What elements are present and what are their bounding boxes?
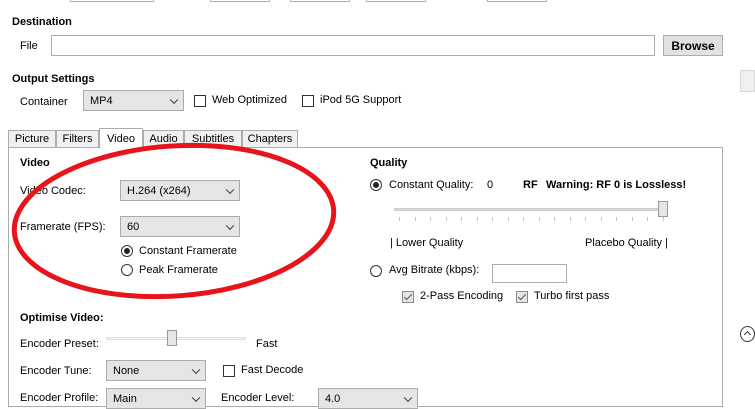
avg-bitrate-label[interactable]: Avg Bitrate (kbps):	[389, 264, 479, 276]
encoder-profile-label: Encoder Profile:	[20, 392, 99, 404]
peak-framerate-radio[interactable]	[121, 264, 133, 276]
file-label: File	[20, 40, 38, 52]
file-input[interactable]	[51, 35, 655, 56]
video-codec-value: H.264 (x264)	[127, 184, 191, 197]
quality-slider-tick	[399, 217, 400, 221]
top-field-1[interactable]	[70, 0, 154, 2]
chevron-down-icon	[403, 393, 413, 402]
tab-audio[interactable]: Audio	[143, 130, 184, 147]
peak-framerate-label[interactable]: Peak Framerate	[139, 264, 218, 276]
framerate-label: Framerate (FPS):	[20, 221, 106, 233]
quality-slider-tick	[430, 217, 432, 221]
video-section-title: Video	[20, 157, 50, 169]
browse-button[interactable]: Browse	[663, 35, 723, 56]
tab-subtitles[interactable]: Subtitles	[184, 130, 242, 147]
top-field-2[interactable]	[210, 0, 270, 2]
constant-framerate-radio[interactable]	[121, 245, 133, 257]
top-partial-controls	[0, 0, 755, 4]
encoder-profile-value: Main	[113, 392, 137, 405]
constant-framerate-label[interactable]: Constant Framerate	[139, 245, 237, 257]
quality-section-title: Quality	[370, 157, 408, 169]
framerate-select[interactable]: 60	[120, 216, 240, 237]
two-pass-label[interactable]: 2-Pass Encoding	[420, 290, 503, 302]
ipod-label[interactable]: iPod 5G Support	[320, 94, 401, 106]
encoder-level-label: Encoder Level:	[221, 392, 295, 404]
avg-bitrate-radio[interactable]	[370, 265, 382, 277]
quality-slider-tick	[663, 217, 664, 221]
tab-picture[interactable]: Picture	[8, 130, 56, 147]
web-optimized-label[interactable]: Web Optimized	[212, 94, 287, 106]
encoder-level-select[interactable]: 4.0	[318, 388, 418, 409]
encoder-tune-value: None	[113, 364, 140, 377]
optimise-video-title: Optimise Video:	[20, 312, 104, 324]
constant-quality-label[interactable]: Constant Quality:	[389, 179, 473, 191]
chevron-down-icon	[169, 95, 179, 104]
chevron-down-icon	[225, 221, 235, 230]
quality-slider-tick	[600, 217, 602, 221]
quality-slider[interactable]	[394, 200, 670, 224]
quality-slider-track	[394, 208, 668, 211]
scroll-up-icon[interactable]	[740, 326, 755, 342]
two-pass-checkbox[interactable]	[402, 291, 414, 303]
avg-bitrate-input[interactable]	[492, 264, 567, 283]
encoder-preset-thumb[interactable]	[167, 330, 178, 346]
video-codec-select[interactable]: H.264 (x264)	[120, 180, 240, 201]
quality-slider-tick	[631, 217, 633, 221]
encoder-profile-select[interactable]: Main	[106, 388, 206, 409]
quality-slider-tick	[616, 217, 618, 221]
quality-slider-thumb[interactable]	[658, 201, 668, 217]
lower-quality-label: | Lower Quality	[390, 237, 464, 249]
quality-slider-tick	[492, 217, 494, 221]
tab-filters[interactable]: Filters	[56, 130, 99, 147]
video-codec-label: Video Codec:	[20, 185, 86, 197]
turbo-first-pass-checkbox[interactable]	[516, 291, 528, 303]
quality-slider-tick	[414, 217, 416, 221]
placebo-quality-label: Placebo Quality |	[585, 237, 668, 249]
container-select[interactable]: MP4	[83, 90, 184, 111]
encoder-preset-slider[interactable]	[106, 330, 246, 352]
quality-slider-tick	[507, 217, 509, 221]
tab-chapters[interactable]: Chapters	[242, 130, 298, 147]
quality-slider-tick	[461, 217, 463, 221]
rf-label: RF	[523, 179, 538, 191]
encoder-preset-value: Fast	[256, 338, 278, 350]
framerate-value: 60	[127, 220, 140, 233]
fast-decode-checkbox[interactable]	[223, 365, 235, 377]
ipod-checkbox[interactable]	[302, 95, 314, 107]
encoder-tune-select[interactable]: None	[106, 360, 206, 381]
quality-slider-tick	[523, 217, 525, 221]
turbo-first-pass-label[interactable]: Turbo first pass	[534, 290, 609, 302]
top-field-3[interactable]	[290, 0, 350, 2]
quality-slider-tick	[585, 217, 587, 221]
encoder-tune-label: Encoder Tune:	[20, 365, 92, 377]
destination-title: Destination	[12, 16, 72, 28]
container-label: Container	[20, 96, 68, 108]
lossless-warning: Warning: RF 0 is Lossless!	[546, 179, 687, 191]
constant-quality-radio[interactable]	[370, 179, 382, 191]
quality-slider-tick	[554, 217, 556, 221]
top-field-5[interactable]	[487, 0, 547, 2]
fast-decode-label[interactable]: Fast Decode	[241, 364, 303, 376]
web-optimized-checkbox[interactable]	[194, 95, 206, 107]
encoder-level-value: 4.0	[325, 392, 341, 405]
scrollbar-thumb[interactable]	[740, 70, 755, 92]
quality-slider-tick	[569, 217, 571, 221]
chevron-down-icon	[191, 365, 201, 374]
quality-slider-tick	[476, 217, 478, 221]
output-settings-title: Output Settings	[12, 73, 95, 85]
constant-quality-value: 0	[487, 179, 494, 191]
quality-slider-tick	[445, 217, 447, 221]
tab-video[interactable]: Video	[99, 128, 143, 148]
quality-slider-tick	[538, 217, 540, 221]
container-select-value: MP4	[90, 94, 113, 107]
chevron-down-icon	[225, 185, 235, 194]
top-field-4[interactable]	[366, 0, 426, 2]
chevron-down-icon	[191, 393, 201, 402]
encoder-preset-label: Encoder Preset:	[20, 338, 99, 350]
quality-slider-tick	[647, 217, 649, 221]
